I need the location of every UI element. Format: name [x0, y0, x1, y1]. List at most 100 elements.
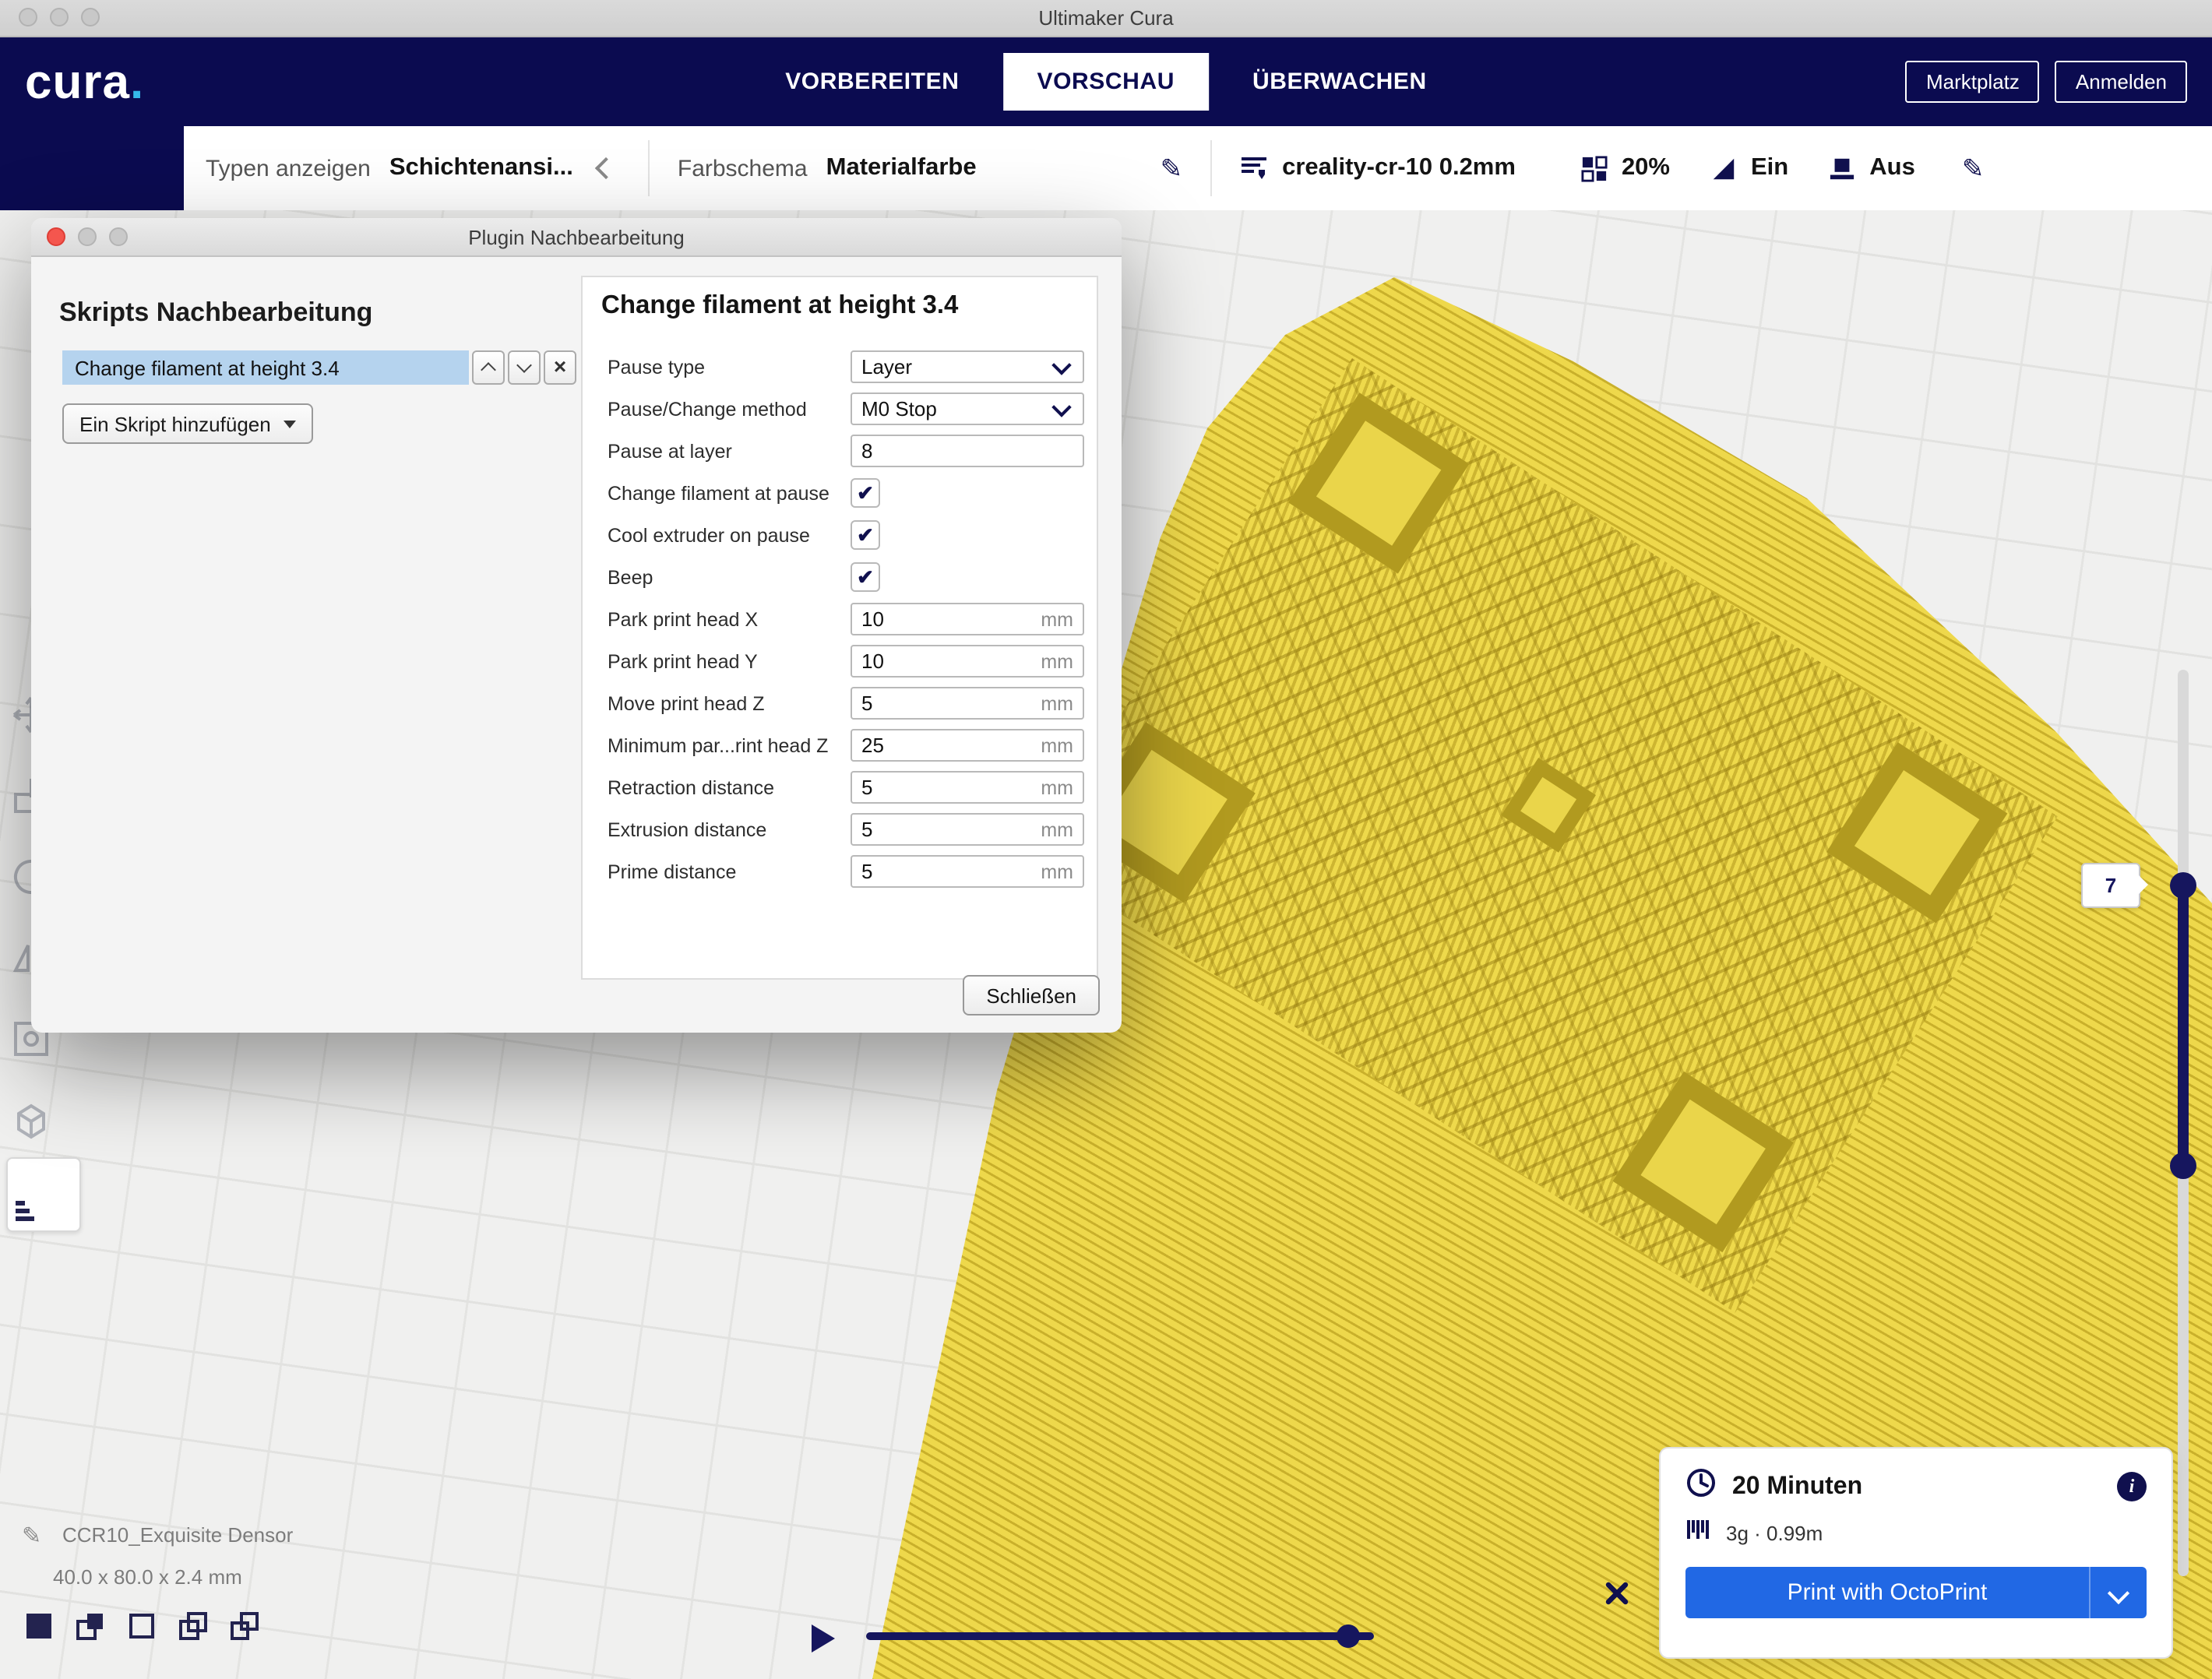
- prime-distance-input[interactable]: 5 mm: [851, 855, 1084, 888]
- sheet-stack-icon[interactable]: [176, 1609, 210, 1643]
- minimum-park-print-head-z-input[interactable]: 25 mm: [851, 729, 1084, 762]
- print-profile-icon: [1240, 154, 1268, 182]
- view-type-dropdown[interactable]: Schichtenansi...: [389, 154, 573, 182]
- adhesion-value: Aus: [1869, 154, 1915, 182]
- solid-cube-icon[interactable]: [22, 1609, 56, 1643]
- close-dialog-button[interactable]: Schließen: [963, 975, 1100, 1015]
- script-list-row: Change filament at height 3.4: [62, 350, 576, 385]
- input-unit: mm: [1041, 734, 1083, 756]
- infill-icon: [1581, 155, 1608, 181]
- input-unit: mm: [1041, 692, 1083, 714]
- extrusion-distance-input[interactable]: 5 mm: [851, 813, 1084, 846]
- move-print-head-z-input[interactable]: 5 mm: [851, 687, 1084, 720]
- support-blocker-tool-icon[interactable]: [9, 1098, 56, 1145]
- color-scheme-dropdown[interactable]: Materialfarbe: [826, 154, 977, 182]
- layer-slider-bottom-handle[interactable]: [2170, 1153, 2196, 1179]
- edit-print-settings-pencil-icon[interactable]: ✎: [1962, 155, 1985, 181]
- printer-profile-summary[interactable]: creality-cr-10 0.2mm: [1240, 154, 1516, 182]
- clock-icon: [1685, 1467, 1717, 1506]
- edit-view-pencil-icon[interactable]: ✎: [1161, 155, 1183, 181]
- check-icon: [857, 523, 874, 547]
- pause-type-select[interactable]: Layer: [851, 350, 1084, 383]
- beep-checkbox[interactable]: [851, 562, 880, 592]
- input-value: 25: [852, 734, 1041, 757]
- tab-vorbereiten[interactable]: VORBEREITEN: [751, 53, 993, 111]
- chevron-down-icon: [2108, 1582, 2129, 1603]
- tab-vorschau[interactable]: VORSCHAU: [1003, 53, 1210, 111]
- qr-marker: [1826, 742, 2007, 923]
- tab-ueberwachen[interactable]: ÜBERWACHEN: [1218, 53, 1461, 111]
- param-row: Park print head X 10 mm: [598, 598, 1084, 640]
- qr-marker: [1612, 1072, 1793, 1252]
- app-window: Ultimaker Cura cura. VORBEREITEN VORSCHA…: [0, 0, 2212, 1679]
- stage-tabs: VORBEREITEN VORSCHAU ÜBERWACHEN: [751, 37, 1461, 126]
- move-script-down-button[interactable]: [508, 350, 541, 385]
- marketplace-button[interactable]: Marktplatz: [1906, 61, 2040, 103]
- infill-summary[interactable]: 20%: [1581, 154, 1670, 182]
- param-label: Pause at layer: [598, 440, 851, 462]
- param-label: Park print head X: [598, 608, 851, 630]
- dialog-titlebar[interactable]: Plugin Nachbearbeitung: [31, 218, 1122, 257]
- param-row: Pause type Layer: [598, 346, 1084, 388]
- param-row: Minimum par...rint head Z 25 mm: [598, 724, 1084, 766]
- print-options-dropdown[interactable]: [2089, 1567, 2147, 1618]
- filament-usage-icon: [1685, 1517, 1710, 1550]
- change-filament-at-pause-checkbox[interactable]: [851, 478, 880, 508]
- support-summary[interactable]: Ein: [1710, 154, 1788, 182]
- param-row: Extrusion distance 5 mm: [598, 808, 1084, 850]
- model-qr-pattern: [1030, 358, 2058, 1313]
- cube-pair-icon[interactable]: [73, 1609, 107, 1643]
- play-button[interactable]: [812, 1624, 835, 1653]
- object-list-toggle[interactable]: [6, 1157, 81, 1232]
- path-slider-track[interactable]: [866, 1632, 1374, 1640]
- input-value: 5: [852, 776, 1041, 799]
- input-unit: mm: [1041, 776, 1083, 798]
- park-print-head-x-input[interactable]: 10 mm: [851, 603, 1084, 635]
- selected-script-item[interactable]: Change filament at height 3.4: [62, 350, 469, 385]
- adhesion-summary[interactable]: Aus: [1829, 154, 1915, 182]
- support-icon: [1710, 155, 1737, 181]
- remove-script-button[interactable]: [544, 350, 576, 385]
- maximize-window-icon: [81, 8, 100, 26]
- dialog-window-controls: [47, 227, 128, 246]
- color-scheme-label: Farbschema: [678, 155, 808, 181]
- print-summary-card: 20 Minuten 3g · 0.99m Print with OctoPri…: [1659, 1447, 2173, 1659]
- layer-slider-top-handle[interactable]: [2170, 872, 2196, 899]
- rename-model-pencil-icon[interactable]: ✎: [22, 1522, 41, 1550]
- move-script-up-button[interactable]: [472, 350, 505, 385]
- param-label: Beep: [598, 566, 851, 588]
- dialog-title: Plugin Nachbearbeitung: [468, 225, 685, 248]
- adjust-tools-icon[interactable]: [1601, 1578, 1633, 1617]
- infill-value: 20%: [1622, 154, 1670, 182]
- macos-titlebar: Ultimaker Cura: [0, 0, 2212, 37]
- park-print-head-y-input[interactable]: 10 mm: [851, 645, 1084, 678]
- support-value: Ein: [1751, 154, 1788, 182]
- param-row: Cool extruder on pause: [598, 514, 1084, 556]
- input-value: 5: [852, 860, 1041, 883]
- outline-cube-icon[interactable]: [125, 1609, 159, 1643]
- check-icon: [857, 480, 874, 505]
- retraction-distance-input[interactable]: 5 mm: [851, 771, 1084, 804]
- param-label: Extrusion distance: [598, 818, 851, 840]
- signin-button[interactable]: Anmelden: [2055, 61, 2187, 103]
- scripts-heading: Skripts Nachbearbeitung: [59, 297, 372, 329]
- object-view-icons: [22, 1609, 262, 1643]
- postprocessing-dialog: Plugin Nachbearbeitung Skripts Nachbearb…: [31, 218, 1122, 1033]
- add-script-button[interactable]: Ein Skript hinzufügen: [62, 403, 313, 444]
- param-label: Park print head Y: [598, 650, 851, 672]
- pause-change-method-select[interactable]: M0 Stop: [851, 392, 1084, 425]
- collapse-panel-icon[interactable]: [595, 157, 617, 179]
- layer-slider-range[interactable]: [2178, 885, 2189, 1165]
- path-slider-knob[interactable]: [1337, 1624, 1360, 1648]
- print-with-octoprint-button[interactable]: Print with OctoPrint: [1685, 1567, 2147, 1618]
- dialog-close-icon[interactable]: [47, 227, 65, 246]
- param-row: Retraction distance 5 mm: [598, 766, 1084, 808]
- pause-at-layer-input[interactable]: 8: [851, 435, 1084, 467]
- sheet-stack-alt-icon[interactable]: [227, 1609, 262, 1643]
- input-value: 10: [852, 649, 1041, 673]
- cool-extruder-on-pause-checkbox[interactable]: [851, 520, 880, 550]
- info-icon[interactable]: [2117, 1472, 2147, 1501]
- input-unit: mm: [1041, 861, 1083, 882]
- param-label: Pause/Change method: [598, 398, 851, 420]
- printer-profile-value: creality-cr-10 0.2mm: [1282, 154, 1516, 182]
